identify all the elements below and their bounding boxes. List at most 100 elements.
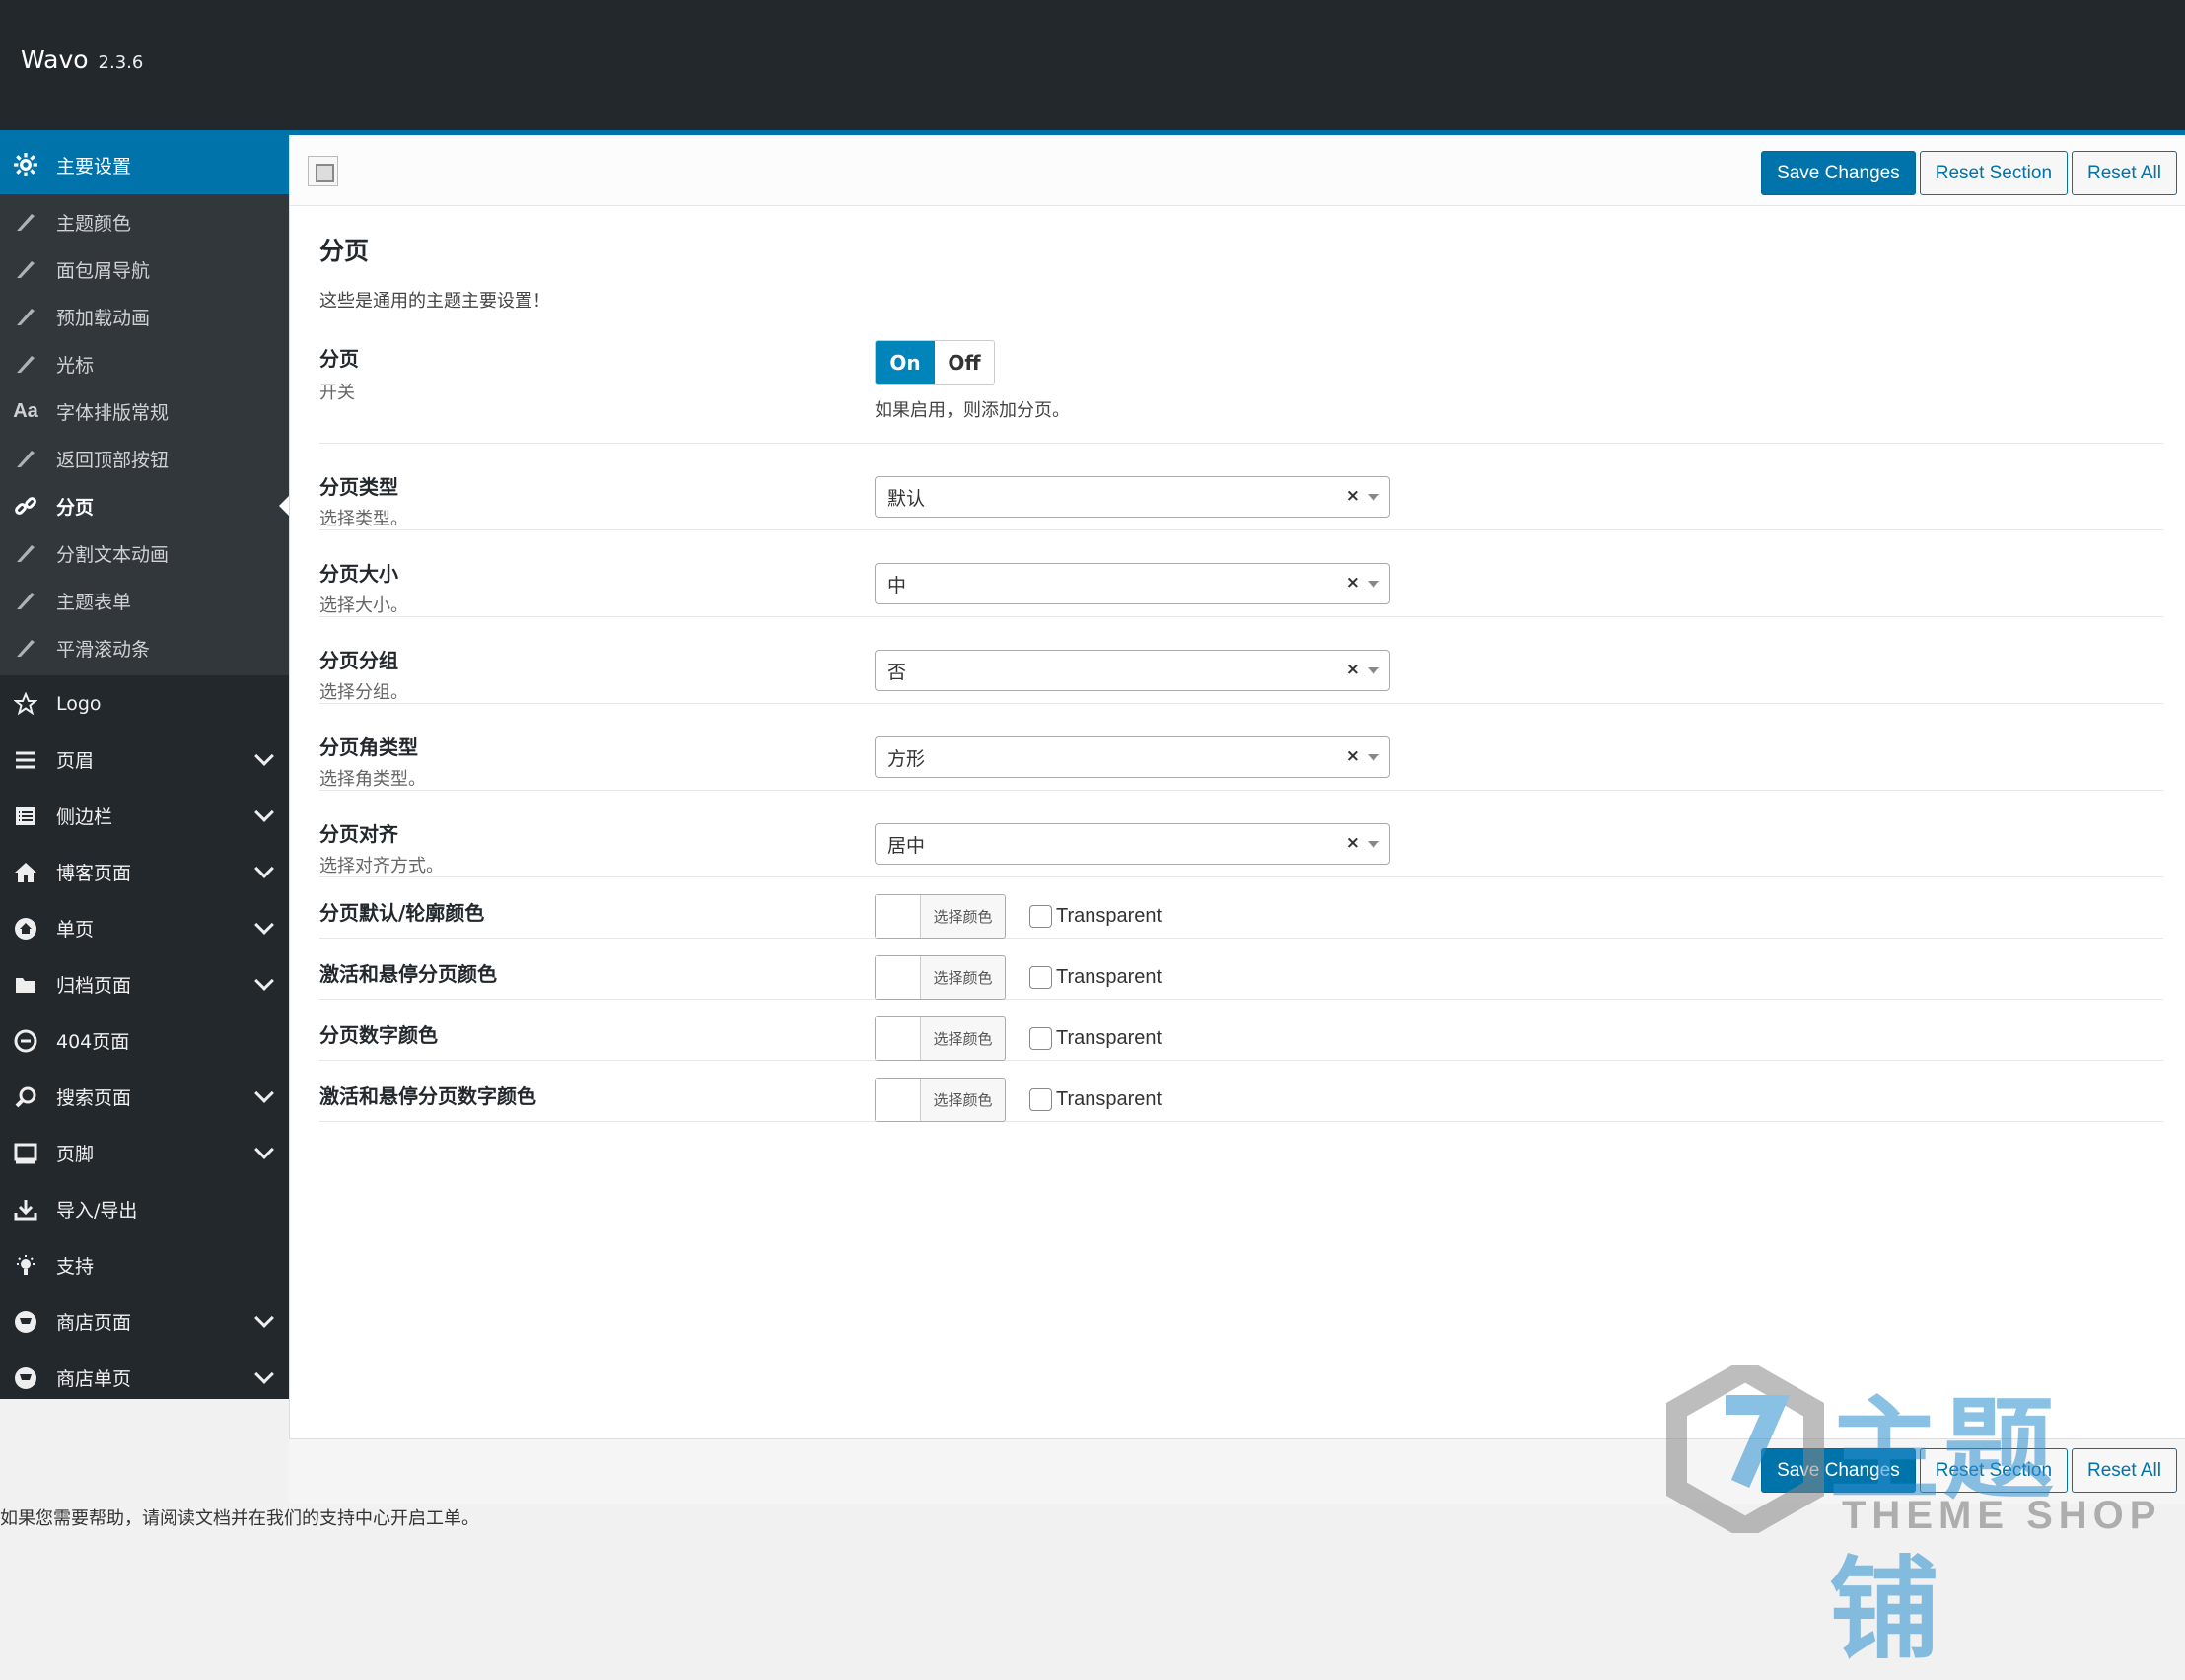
chevron-down-icon[interactable] bbox=[254, 803, 274, 822]
sidebar-item[interactable]: 页眉 bbox=[0, 732, 289, 788]
sidebar-item-label: 分页 bbox=[56, 496, 95, 519]
chevron-down-icon[interactable] bbox=[254, 1084, 274, 1103]
chevron-down-icon[interactable] bbox=[254, 1140, 274, 1159]
clear-icon[interactable]: × bbox=[1346, 573, 1360, 593]
sidebar-item[interactable]: 侧边栏 bbox=[0, 788, 289, 844]
sidebar-item-label: 侧边栏 bbox=[56, 806, 113, 828]
transparent-label: Transparent bbox=[1056, 905, 1163, 927]
color-picker-label: 选择颜色 bbox=[933, 908, 993, 926]
search-icon bbox=[12, 1084, 39, 1111]
select-dropdown[interactable]: 方形 × bbox=[875, 736, 1390, 778]
field-label: 分页默认/轮廓颜色 bbox=[319, 901, 485, 925]
folder-icon bbox=[12, 971, 39, 999]
sidebar-item-label: 平滑滚动条 bbox=[56, 638, 151, 661]
reset-section-button[interactable]: Reset Section bbox=[1919, 1448, 2069, 1493]
sidebar-subitem[interactable]: 面包屑导航 bbox=[0, 245, 289, 293]
caret-down-icon bbox=[1368, 667, 1379, 674]
menu-icon bbox=[12, 746, 39, 774]
sidebar-subitem[interactable]: 主题表单 bbox=[0, 577, 289, 624]
color-picker-button[interactable]: 选择颜色 bbox=[875, 1078, 1006, 1122]
sidebar-item-label: 返回顶部按钮 bbox=[56, 449, 170, 471]
sidebar-item-label: 分割文本动画 bbox=[56, 543, 170, 566]
transparent-checkbox[interactable] bbox=[1029, 966, 1052, 989]
sidebar-item-label: 预加载动画 bbox=[56, 307, 151, 329]
sidebar-item[interactable]: 博客页面 bbox=[0, 844, 289, 900]
save-button[interactable]: Save Changes bbox=[1761, 1448, 1916, 1493]
sidebar-item-label: 光标 bbox=[56, 354, 95, 377]
select-dropdown[interactable]: 否 × bbox=[875, 650, 1390, 691]
select-value: 方形 bbox=[887, 747, 926, 770]
list-icon bbox=[12, 803, 39, 830]
transparent-checkbox[interactable] bbox=[1029, 1027, 1052, 1050]
sidebar-item[interactable]: 导入/导出 bbox=[0, 1181, 289, 1237]
reset-all-button[interactable]: Reset All bbox=[2072, 151, 2177, 195]
bottom-toolbar: Save Changes Reset Section Reset All bbox=[289, 1438, 2185, 1504]
clear-icon[interactable]: × bbox=[1346, 486, 1360, 506]
color-picker-label: 选择颜色 bbox=[933, 1030, 993, 1048]
sidebar-subitem[interactable]: 分割文本动画 bbox=[0, 529, 289, 577]
sidebar-subitem[interactable]: 预加载动画 bbox=[0, 293, 289, 340]
select-dropdown[interactable]: 居中 × bbox=[875, 823, 1390, 865]
field-label: 分页角类型 bbox=[319, 735, 418, 759]
brush-icon bbox=[12, 350, 39, 378]
color-picker-button[interactable]: 选择颜色 bbox=[875, 894, 1006, 939]
clear-icon[interactable]: × bbox=[1346, 746, 1360, 766]
chevron-down-icon[interactable] bbox=[254, 915, 274, 935]
sidebar-item-label: 主题表单 bbox=[56, 591, 132, 613]
sidebar-subitem[interactable]: Aa 字体排版常规 bbox=[0, 387, 289, 435]
save-button[interactable]: Save Changes bbox=[1761, 151, 1916, 195]
clear-icon[interactable]: × bbox=[1346, 660, 1360, 679]
sidebar-subitem[interactable]: 分页 bbox=[0, 482, 289, 529]
color-picker-button[interactable]: 选择颜色 bbox=[875, 955, 1006, 1000]
caret-down-icon bbox=[1368, 494, 1379, 501]
chevron-down-icon[interactable] bbox=[254, 1365, 274, 1384]
lightbulb-icon bbox=[12, 1252, 39, 1280]
gear-icon bbox=[12, 151, 39, 178]
chevron-down-icon[interactable] bbox=[254, 971, 274, 991]
field-label: 分页 bbox=[319, 347, 359, 371]
sidebar-item[interactable]: 搜索页面 bbox=[0, 1069, 289, 1125]
field-label: 分页大小 bbox=[319, 562, 398, 586]
sidebar-item[interactable]: 单页 bbox=[0, 900, 289, 956]
field-label: 分页数字颜色 bbox=[319, 1023, 438, 1047]
chevron-down-icon[interactable] bbox=[254, 746, 274, 766]
sidebar-item-main-settings[interactable]: 主要设置 bbox=[0, 135, 289, 194]
transparent-checkbox[interactable] bbox=[1029, 1088, 1052, 1111]
download-icon bbox=[12, 1196, 39, 1224]
sidebar-item-label: 面包屑导航 bbox=[56, 259, 151, 282]
sidebar-subitem[interactable]: 光标 bbox=[0, 340, 289, 387]
on-off-switch[interactable]: On Off bbox=[875, 340, 995, 385]
clear-icon[interactable]: × bbox=[1346, 833, 1360, 853]
field-label: 分页分组 bbox=[319, 649, 398, 672]
sidebar-item[interactable]: 404页面 bbox=[0, 1013, 289, 1069]
admin-header: Wavo 2.3.6 bbox=[0, 0, 2185, 135]
transparent-checkbox[interactable] bbox=[1029, 905, 1052, 928]
sidebar-item-label: 商店页面 bbox=[56, 1312, 132, 1334]
sidebar-item[interactable]: 归档页面 bbox=[0, 956, 289, 1013]
sidebar-item[interactable]: 页脚 bbox=[0, 1125, 289, 1181]
sidebar-item[interactable]: 商店页面 bbox=[0, 1294, 289, 1350]
minus-circle-icon bbox=[12, 1027, 39, 1055]
sidebar-subitem[interactable]: 返回顶部按钮 bbox=[0, 435, 289, 482]
expand-options-button[interactable] bbox=[308, 156, 338, 186]
monitor-icon bbox=[12, 1140, 39, 1167]
chevron-down-icon[interactable] bbox=[254, 859, 274, 878]
sidebar-item[interactable]: Logo bbox=[0, 675, 289, 732]
switch-on[interactable]: On bbox=[876, 341, 935, 384]
sidebar-submenu: 主题颜色面包屑导航预加载动画光标 Aa 字体排版常规返回顶部按钮 分页分割文本动画 主题… bbox=[0, 194, 289, 675]
select-dropdown[interactable]: 默认 × bbox=[875, 476, 1390, 518]
sidebar-item[interactable]: 支持 bbox=[0, 1237, 289, 1294]
select-dropdown[interactable]: 中 × bbox=[875, 563, 1390, 604]
sidebar-subitem[interactable]: 主题颜色 bbox=[0, 198, 289, 245]
color-picker-button[interactable]: 选择颜色 bbox=[875, 1016, 1006, 1061]
switch-off[interactable]: Off bbox=[935, 341, 994, 384]
field-subtitle: 选择分组。 bbox=[319, 682, 408, 703]
chevron-down-icon[interactable] bbox=[254, 1308, 274, 1328]
reset-section-button[interactable]: Reset Section bbox=[1919, 151, 2069, 195]
field-helper: 如果启用，则添加分页。 bbox=[875, 400, 1070, 421]
reset-all-button[interactable]: Reset All bbox=[2072, 1448, 2177, 1493]
sidebar-item-label: 页脚 bbox=[56, 1144, 95, 1165]
sidebar-subitem[interactable]: 平滑滚动条 bbox=[0, 624, 289, 671]
app-version: 2.3.6 bbox=[98, 52, 144, 73]
sidebar-item[interactable]: 商店单页 bbox=[0, 1350, 289, 1406]
